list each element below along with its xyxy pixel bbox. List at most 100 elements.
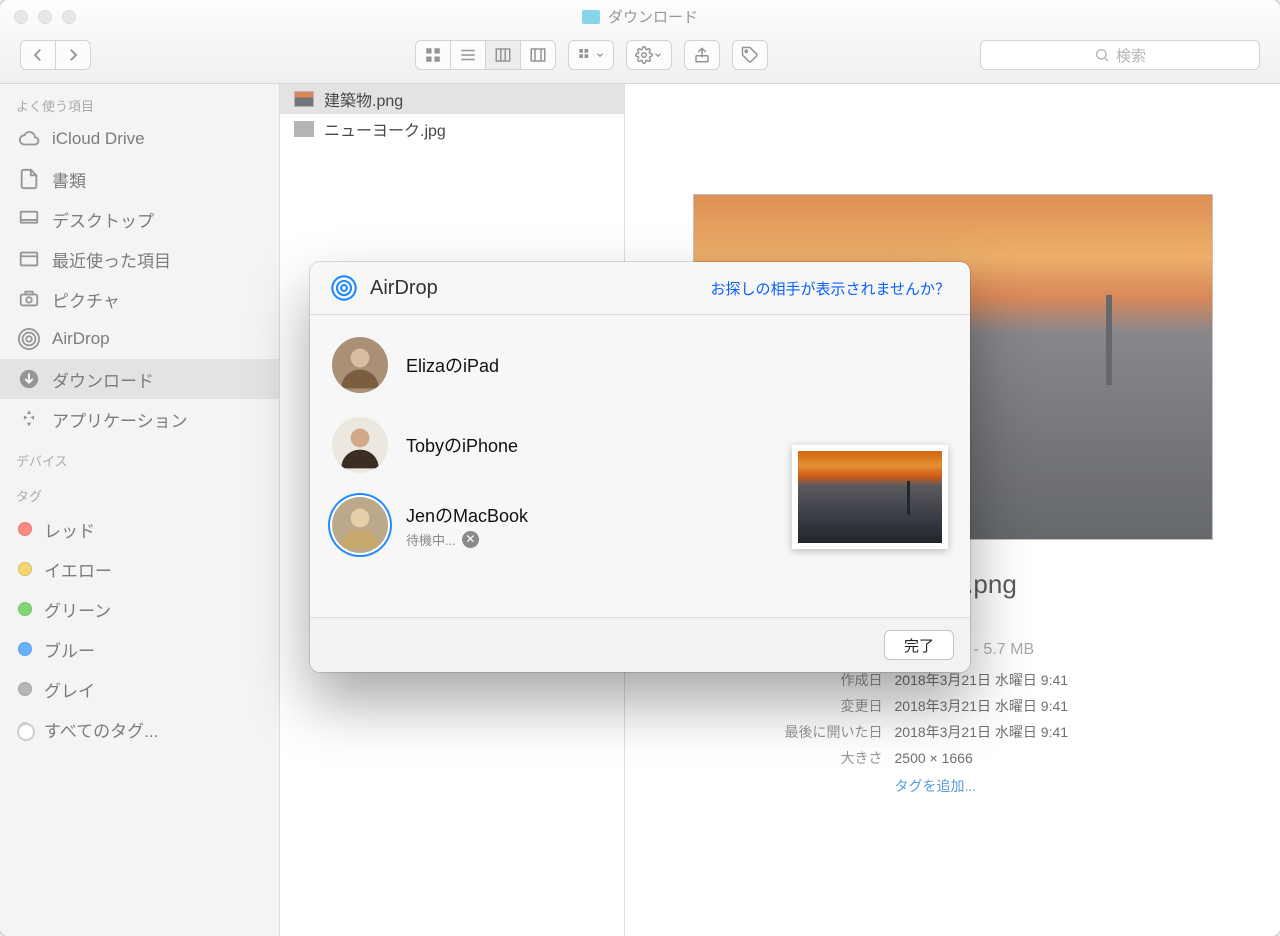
tag-dot-icon [18, 562, 32, 576]
recents-icon [18, 248, 40, 270]
sidebar-item-label: アプリケーション [52, 407, 188, 432]
close-window-button[interactable] [14, 10, 28, 24]
airdrop-recipient[interactable]: JenのMacBook 待機中... ✕ [310, 485, 770, 565]
sidebar-item-label: iCloud Drive [52, 129, 145, 149]
zoom-window-button[interactable] [62, 10, 76, 24]
toolbar: 検索 [20, 40, 1260, 70]
sidebar-item-label: レッド [44, 517, 95, 542]
desktop-icon [18, 208, 40, 230]
nav-back-button[interactable] [20, 40, 56, 70]
sidebar-item-label: ダウンロード [52, 367, 154, 392]
sidebar-tag-green[interactable]: グリーン [0, 589, 279, 629]
window-controls [14, 10, 76, 24]
file-row[interactable]: 建築物.png [280, 84, 624, 114]
recipient-name: JenのMacBook [406, 502, 528, 528]
cancel-transfer-button[interactable]: ✕ [462, 531, 479, 548]
cloud-icon [18, 128, 40, 150]
sidebar-tag-gray[interactable]: グレイ [0, 669, 279, 709]
recipient-status: 待機中... [406, 530, 456, 549]
sidebar-item-label: AirDrop [52, 329, 110, 349]
sheet-thumbnail [792, 445, 948, 549]
sidebar: よく使う項目 iCloud Drive 書類 デスクトップ 最近使った項目 ピク… [0, 84, 280, 936]
sidebar-item-applications[interactable]: アプリケーション [0, 399, 279, 439]
meta-label: 最後に開いた日 [743, 719, 883, 745]
sidebar-section-devices: デバイス [0, 439, 279, 474]
sidebar-section-tags: タグ [0, 474, 279, 509]
meta-value: 2018年3月21日 水曜日 9:41 [895, 719, 1069, 745]
file-thumb-icon [294, 91, 314, 107]
tag-dot-icon [18, 682, 32, 696]
window-title-text: ダウンロード [608, 6, 698, 27]
file-row[interactable]: ニューヨーク.jpg [280, 114, 624, 144]
sidebar-item-desktop[interactable]: デスクトップ [0, 199, 279, 239]
meta-label: 変更日 [743, 693, 883, 719]
meta-label: 大きさ [743, 745, 883, 771]
all-tags-icon [18, 722, 32, 736]
view-icons-button[interactable] [415, 40, 451, 70]
avatar [332, 337, 388, 393]
folder-icon [582, 10, 600, 24]
action-menu-button[interactable] [626, 40, 672, 70]
avatar [332, 417, 388, 473]
search-field[interactable]: 検索 [980, 40, 1260, 70]
recipient-name: TobyのiPhone [406, 432, 518, 458]
arrange-group [568, 40, 614, 70]
titlebar: ダウンロード [0, 0, 1280, 84]
sidebar-item-label: グレイ [44, 677, 95, 702]
sidebar-item-label: イエロー [44, 557, 112, 582]
tag-dot-icon [18, 602, 32, 616]
sidebar-item-documents[interactable]: 書類 [0, 159, 279, 199]
sidebar-tag-yellow[interactable]: イエロー [0, 549, 279, 589]
sidebar-item-label: 書類 [52, 167, 86, 192]
avatar [332, 497, 388, 553]
tag-dot-icon [18, 522, 32, 536]
sidebar-tag-blue[interactable]: ブルー [0, 629, 279, 669]
sheet-title-text: AirDrop [370, 277, 438, 300]
tag-dot-icon [18, 642, 32, 656]
sidebar-item-recents[interactable]: 最近使った項目 [0, 239, 279, 279]
meta-value: 2018年3月21日 水曜日 9:41 [895, 693, 1069, 719]
share-button[interactable] [684, 40, 720, 70]
airdrop-icon [18, 328, 40, 350]
search-icon [1094, 47, 1110, 63]
airdrop-help-link[interactable]: お探しの相手が表示されませんか？ [710, 278, 950, 299]
downloads-icon [18, 368, 40, 390]
file-name: 建築物.png [324, 87, 403, 111]
file-name: ニューヨーク.jpg [324, 117, 446, 141]
file-thumb-icon [294, 121, 314, 137]
recipient-name: ElizaのiPad [406, 352, 499, 378]
nav-buttons [20, 40, 91, 70]
view-columns-button[interactable] [486, 40, 521, 70]
sidebar-item-airdrop[interactable]: AirDrop [0, 319, 279, 359]
sidebar-item-pictures[interactable]: ピクチャ [0, 279, 279, 319]
sheet-header: AirDrop お探しの相手が表示されませんか？ [310, 262, 970, 315]
sidebar-item-icloud-drive[interactable]: iCloud Drive [0, 119, 279, 159]
tags-button[interactable] [732, 40, 768, 70]
sidebar-all-tags[interactable]: すべてのタグ... [0, 709, 279, 749]
recipients-list: ElizaのiPad TobyのiPhone JenのMacBook [310, 315, 770, 617]
applications-icon [18, 408, 40, 430]
sidebar-item-label: デスクトップ [52, 207, 154, 232]
sidebar-section-favorites: よく使う項目 [0, 84, 279, 119]
view-list-button[interactable] [451, 40, 486, 70]
finder-window: ダウンロード [0, 0, 1280, 936]
window-title: ダウンロード [582, 6, 698, 27]
meta-value: 2500 × 1666 [895, 745, 973, 771]
sheet-footer: 完了 [310, 617, 970, 672]
sidebar-item-downloads[interactable]: ダウンロード [0, 359, 279, 399]
documents-icon [18, 168, 40, 190]
sidebar-item-label: ブルー [44, 637, 95, 662]
arrange-menu-button[interactable] [568, 40, 614, 70]
airdrop-recipient[interactable]: TobyのiPhone [310, 405, 770, 485]
action-group [626, 40, 672, 70]
done-button[interactable]: 完了 [884, 630, 954, 660]
view-gallery-button[interactable] [521, 40, 556, 70]
airdrop-recipient[interactable]: ElizaのiPad [310, 325, 770, 405]
sidebar-tag-red[interactable]: レッド [0, 509, 279, 549]
camera-icon [18, 288, 40, 310]
minimize-window-button[interactable] [38, 10, 52, 24]
nav-forward-button[interactable] [56, 40, 91, 70]
add-tags-link[interactable]: タグを追加... [895, 773, 977, 799]
sidebar-item-label: 最近使った項目 [52, 247, 171, 272]
airdrop-icon [330, 274, 358, 302]
